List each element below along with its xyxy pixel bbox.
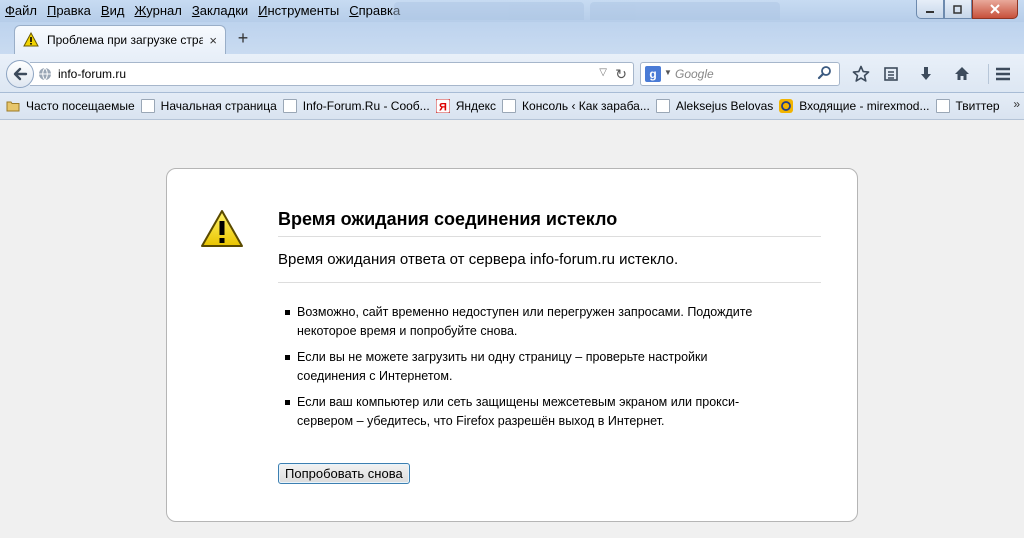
- search-input[interactable]: [675, 66, 815, 82]
- history-dropdown-icon[interactable]: ▽: [599, 67, 607, 78]
- menu-edit[interactable]: Правка: [42, 1, 96, 21]
- url-text[interactable]: info-forum.ru: [58, 67, 126, 81]
- page-icon: [282, 99, 297, 113]
- reload-icon[interactable]: ↻: [615, 66, 627, 83]
- tab-strip: Проблема при загрузке стра... × +: [0, 22, 1024, 54]
- search-bar[interactable]: g ▼: [640, 62, 840, 86]
- menu-view[interactable]: Вид: [96, 1, 130, 21]
- bookmark-item[interactable]: Консоль ‹ Как зараба...: [502, 99, 650, 113]
- list-item: Возможно, сайт временно недоступен или п…: [278, 303, 778, 341]
- tab-active[interactable]: Проблема при загрузке стра... ×: [14, 25, 226, 54]
- error-suggestions-list: Возможно, сайт временно недоступен или п…: [278, 303, 778, 438]
- try-again-button[interactable]: Попробовать снова: [278, 463, 410, 484]
- bookmark-item[interactable]: Я Яндекс: [435, 99, 496, 114]
- maximize-button[interactable]: [944, 0, 972, 19]
- home-button[interactable]: [951, 63, 973, 85]
- background-window-tabs: [394, 2, 780, 20]
- error-short-description: Время ожидания ответа от сервера info-fo…: [278, 251, 821, 283]
- menu-bar: Файл Правка Вид Журнал Закладки Инструме…: [0, 0, 405, 22]
- restore-icon: [953, 5, 962, 14]
- new-tab-button[interactable]: +: [234, 27, 252, 49]
- hamburger-menu-icon: [996, 67, 1010, 81]
- mail-icon: [779, 99, 794, 113]
- back-arrow-icon: [13, 67, 28, 81]
- search-icon[interactable]: [817, 65, 833, 81]
- close-window-button[interactable]: [972, 0, 1018, 19]
- star-icon: [852, 65, 870, 82]
- home-icon: [955, 67, 969, 80]
- download-arrow-icon: [921, 67, 931, 80]
- error-title: Время ожидания соединения истекло: [278, 209, 821, 237]
- toolbar-separator: [988, 64, 989, 84]
- page-icon: [140, 99, 155, 113]
- window-controls: [916, 0, 1018, 19]
- bookmark-folder-icon: [6, 101, 20, 112]
- menu-tools[interactable]: Инструменты: [253, 1, 344, 21]
- bookmark-item[interactable]: Info-Forum.Ru - Сооб...: [282, 99, 430, 113]
- google-search-engine-icon[interactable]: g: [645, 66, 661, 82]
- page-icon: [935, 99, 950, 113]
- globe-icon: [39, 67, 51, 81]
- error-page-container: Время ожидания соединения истекло Время …: [166, 168, 858, 522]
- bookmarks-menu-button[interactable]: [880, 63, 902, 85]
- bookmark-star-button[interactable]: [850, 63, 872, 85]
- bookmark-item[interactable]: Входящие - mirexmod...: [779, 99, 930, 113]
- url-bar[interactable]: info-forum.ru ▽ ↻: [30, 62, 634, 86]
- background-tab: [394, 2, 584, 20]
- svg-text:Я: Я: [439, 102, 447, 114]
- bookmark-item[interactable]: Часто посещаемые: [6, 99, 135, 113]
- warning-icon: [23, 32, 39, 47]
- bookmarks-toolbar: Часто посещаемые Начальная страница Info…: [0, 93, 1024, 120]
- close-icon: [990, 4, 1000, 14]
- bookmark-item[interactable]: Aleksejus Belovas: [655, 99, 773, 113]
- page-icon: [502, 99, 517, 113]
- list-item: Если ваш компьютер или сеть защищены меж…: [278, 393, 778, 431]
- list-item: Если вы не можете загрузить ни одну стра…: [278, 348, 778, 386]
- bookmark-item[interactable]: Твиттер: [935, 99, 1000, 113]
- minimize-button[interactable]: [916, 0, 944, 19]
- tab-title: Проблема при загрузке стра...: [47, 33, 204, 47]
- search-engine-dropdown-icon[interactable]: ▼: [664, 68, 672, 77]
- menu-file[interactable]: Файл: [0, 1, 42, 21]
- yandex-icon: Я: [435, 99, 450, 114]
- menu-bookmarks[interactable]: Закладки: [187, 1, 253, 21]
- tab-close-icon[interactable]: ×: [209, 33, 217, 48]
- app-menu-button[interactable]: [992, 63, 1014, 85]
- title-bar: Файл Правка Вид Журнал Закладки Инструме…: [0, 0, 1024, 22]
- bookmarks-list-icon: [884, 67, 898, 81]
- bookmarks-overflow-chevron-icon[interactable]: »: [1013, 97, 1020, 111]
- navigation-toolbar: info-forum.ru ▽ ↻ g ▼: [0, 54, 1024, 93]
- menu-history[interactable]: Журнал: [129, 1, 186, 21]
- downloads-button[interactable]: [915, 63, 937, 85]
- background-tab: [590, 2, 780, 20]
- warning-icon: [201, 210, 243, 247]
- page-icon: [655, 99, 670, 113]
- minimize-icon: [926, 11, 934, 13]
- back-button[interactable]: [6, 60, 34, 88]
- bookmark-item[interactable]: Начальная страница: [140, 99, 277, 113]
